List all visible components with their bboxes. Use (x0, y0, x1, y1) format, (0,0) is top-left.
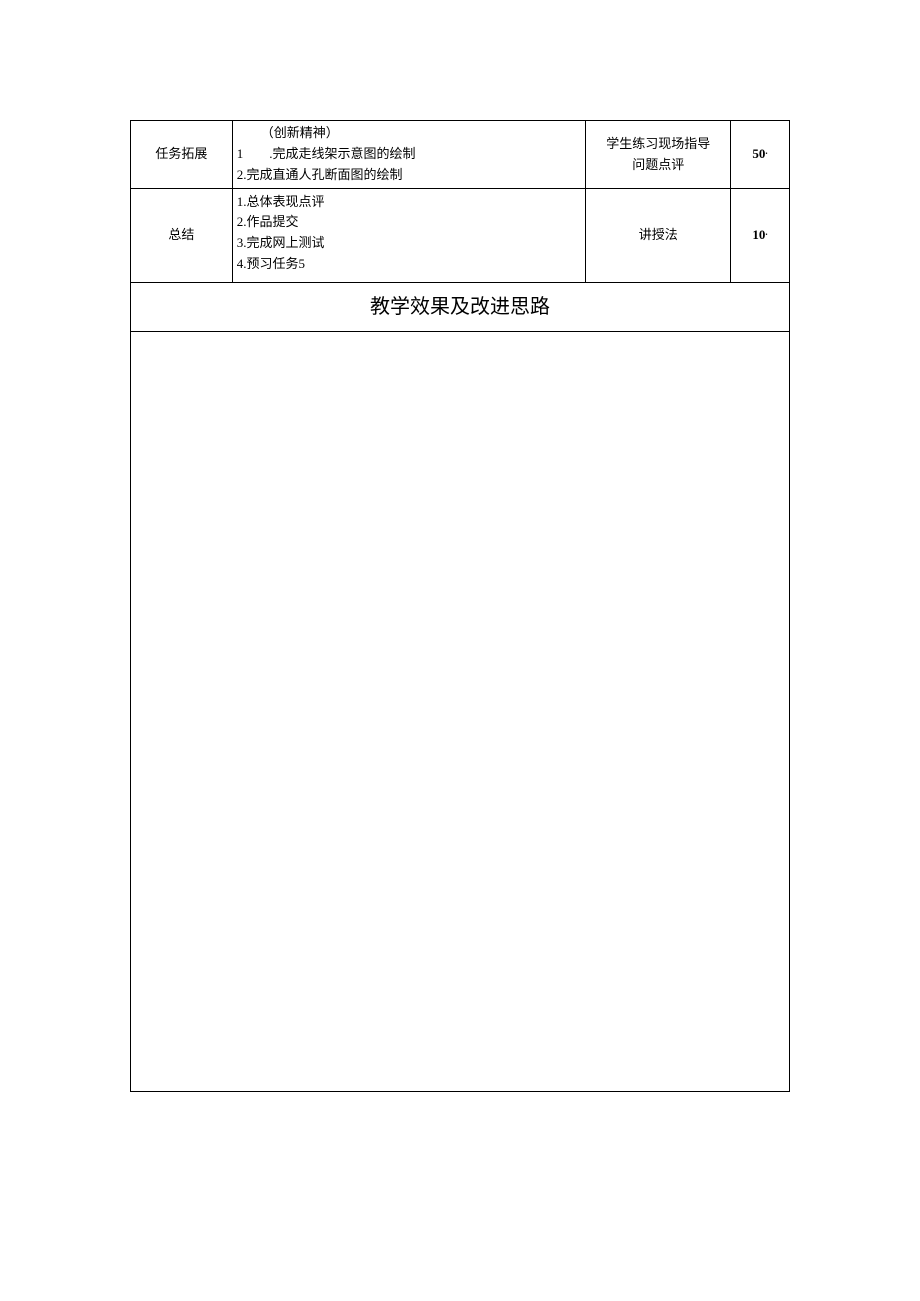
task-expand-num: 50. (731, 121, 790, 189)
summary-method: 讲授法 (586, 189, 731, 283)
content-text: 2.完成直通人孔断面图的绘制 (237, 165, 582, 186)
content-text: 4.预习任务5 (237, 254, 582, 275)
content-text: 3.完成网上测试 (237, 233, 582, 254)
summary-num: 10. (731, 189, 790, 283)
task-expand-label: 任务拓展 (131, 121, 233, 189)
task-expand-row: 任务拓展 （创新精神） 1 .完成走线架示意图的绘制 2.完成直通人孔断面图的绘… (131, 121, 790, 189)
method-text: 学生练习现场指导 (590, 134, 726, 155)
summary-content: 1.总体表现点评 2.作品提交 3.完成网上测试 4.预习任务5 (232, 189, 586, 283)
blank-content-row (131, 332, 790, 1092)
task-expand-content: （创新精神） 1 .完成走线架示意图的绘制 2.完成直通人孔断面图的绘制 (232, 121, 586, 189)
summary-label: 总结 (131, 189, 233, 283)
blank-content-cell (131, 332, 790, 1092)
section-title-row: 教学效果及改进思路 (131, 283, 790, 332)
content-text: 1 .完成走线架示意图的绘制 (237, 144, 582, 165)
content-text: 1.总体表现点评 (237, 192, 582, 213)
content-text: 2.作品提交 (237, 212, 582, 233)
lesson-plan-table: 任务拓展 （创新精神） 1 .完成走线架示意图的绘制 2.完成直通人孔断面图的绘… (130, 120, 790, 1092)
task-expand-method: 学生练习现场指导 问题点评 (586, 121, 731, 189)
section-title: 教学效果及改进思路 (131, 283, 790, 332)
summary-row: 总结 1.总体表现点评 2.作品提交 3.完成网上测试 4.预习任务5 讲授法 … (131, 189, 790, 283)
method-text: 问题点评 (590, 155, 726, 176)
content-text: （创新精神） (237, 123, 582, 144)
